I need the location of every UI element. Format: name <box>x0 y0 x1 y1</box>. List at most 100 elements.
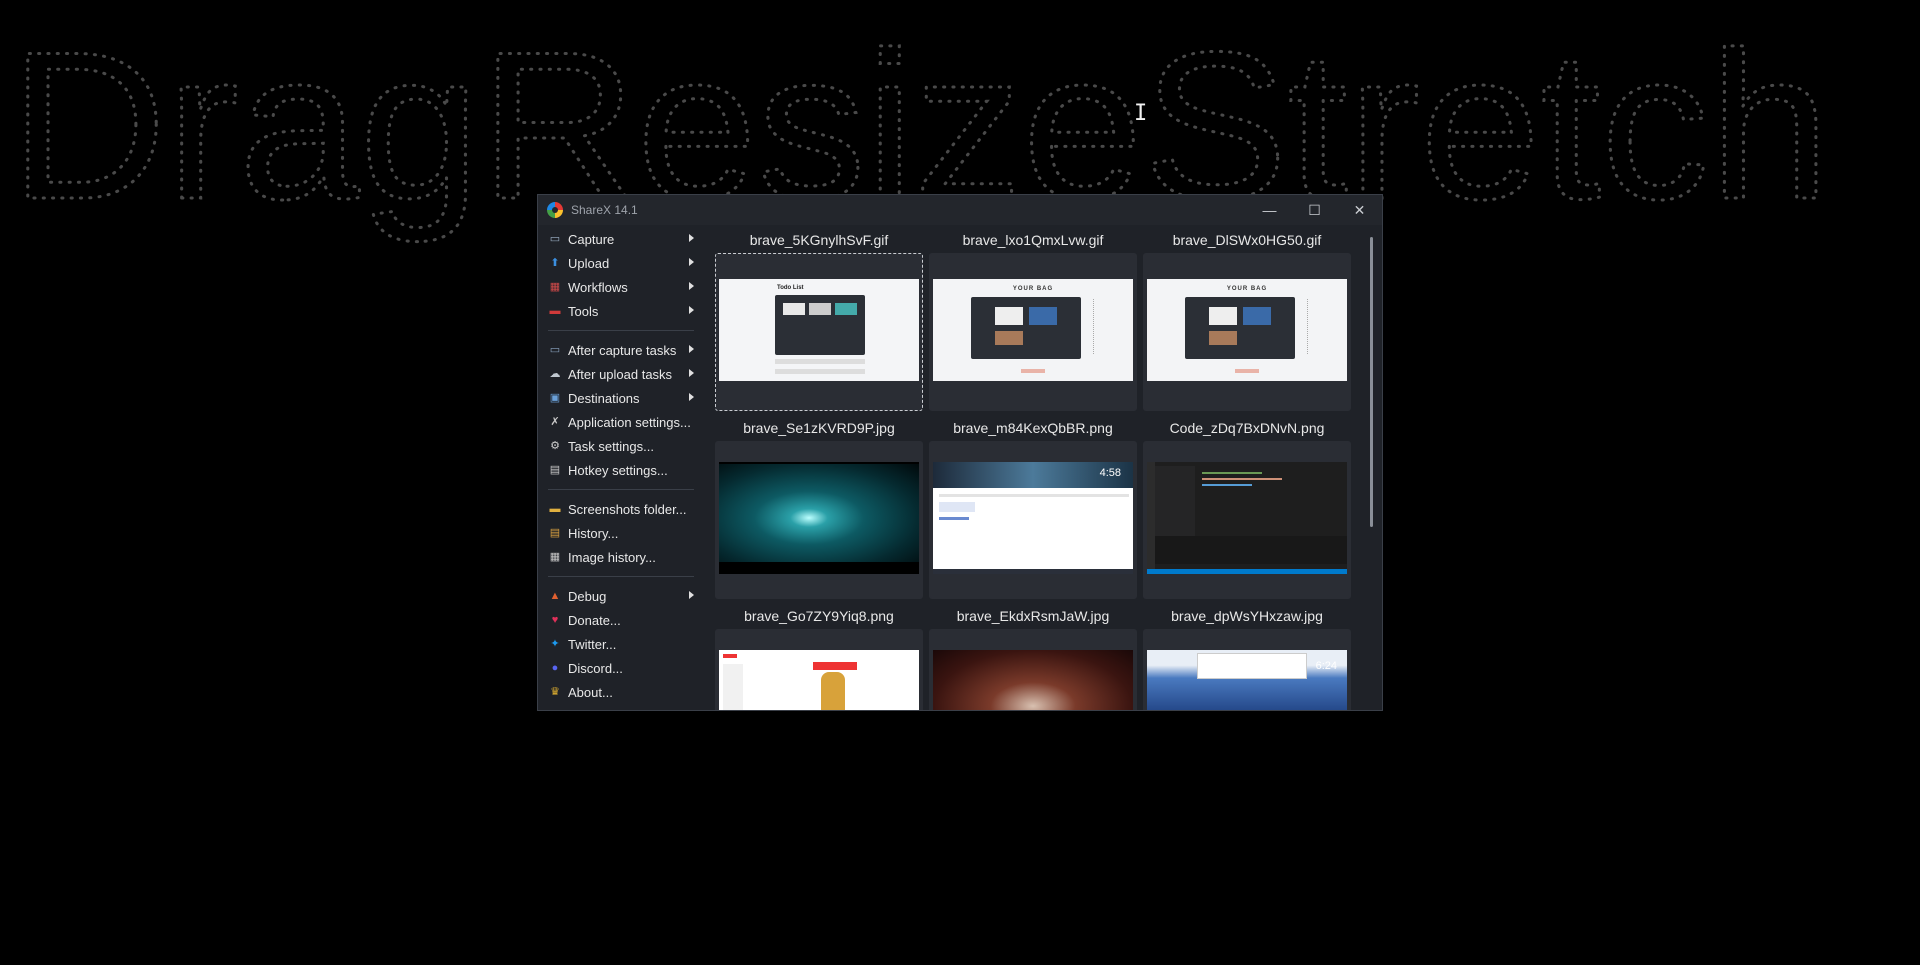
after-capture-icon: ▭ <box>549 344 561 356</box>
menu-item-label: Capture <box>568 231 615 247</box>
crown-icon: ♛ <box>550 686 560 698</box>
menu-item-label: Upload <box>568 255 610 271</box>
thumbnail[interactable] <box>715 441 923 599</box>
thumbnail[interactable]: YOUR BAG <box>929 253 1137 411</box>
menu-item-workflows[interactable]: ▦ Workflows <box>538 275 702 299</box>
file-name: brave_Go7ZY9Yiq8.png <box>744 608 894 624</box>
image-gallery: brave_5KGnylhSvF.gif Todo List brave_lxo1Q… <box>702 225 1365 710</box>
file-name: brave_Se1zKVRD9P.jpg <box>743 420 895 436</box>
menu-item-image-history[interactable]: ▦ Image history... <box>538 545 702 569</box>
gallery-item[interactable]: brave_DlSWx0HG50.gif YOUR BAG <box>1143 229 1351 411</box>
menu-item-twitter[interactable]: ✦ Twitter... <box>538 632 702 656</box>
gallery-item[interactable]: brave_Go7ZY9Yiq8.png <box>715 605 923 710</box>
thumbnail[interactable] <box>715 629 923 710</box>
gallery-item[interactable]: brave_5KGnylhSvF.gif Todo List <box>715 229 923 411</box>
maximize-button[interactable]: ☐ <box>1292 195 1337 225</box>
menu-item-label: Twitter... <box>568 636 617 652</box>
thumbnail[interactable]: 4:58 <box>929 441 1137 599</box>
preview-your-bag: YOUR BAG <box>933 279 1133 381</box>
submenu-arrow-icon <box>689 393 694 401</box>
minimize-button[interactable]: — <box>1247 195 1292 225</box>
title-bar[interactable]: ShareX 14.1 — ☐ ✕ <box>538 195 1382 225</box>
menu-item-label: Image history... <box>568 549 656 565</box>
preview-todo-list: Todo List <box>719 279 919 381</box>
preview-time: 4:58 <box>1099 467 1121 479</box>
text-cursor-icon: I <box>1134 101 1148 126</box>
menu-item-hotkey-settings[interactable]: ▤ Hotkey settings... <box>538 458 702 482</box>
gallery-item[interactable]: brave_lxo1QmxLvw.gif YOUR BAG <box>929 229 1137 411</box>
menu-item-screenshots-folder[interactable]: ▬ Screenshots folder... <box>538 497 702 521</box>
menu-item-label: History... <box>568 525 619 541</box>
menu-item-label: Discord... <box>568 660 623 676</box>
menu-item-label: After upload tasks <box>568 366 673 382</box>
keyboard-icon: ▤ <box>549 464 561 476</box>
thumbnail[interactable]: Todo List <box>715 253 923 411</box>
menu-item-label: Screenshots folder... <box>568 501 687 517</box>
menu-item-donate[interactable]: ♥ Donate... <box>538 608 702 632</box>
gallery-item[interactable]: Code_zDq7BxDNvN.png <box>1143 417 1351 599</box>
file-name: Code_zDq7BxDNvN.png <box>1169 420 1325 436</box>
sharex-window: ShareX 14.1 — ☐ ✕ ▭ Capture ⬆ Upload ▦ Workfl… <box>537 194 1383 711</box>
submenu-arrow-icon <box>689 345 694 353</box>
menu-item-destinations[interactable]: ▣ Destinations <box>538 386 702 410</box>
gallery-item[interactable]: brave_Se1zKVRD9P.jpg <box>715 417 923 599</box>
sharex-logo-icon <box>547 202 563 218</box>
menu-item-label: After capture tasks <box>568 342 677 358</box>
gear-icon: ⚙ <box>550 440 560 452</box>
menu-item-tools[interactable]: ▬ Tools <box>538 299 702 323</box>
preview-teal-scene <box>719 462 919 574</box>
window-title: ShareX 14.1 <box>571 203 638 217</box>
submenu-arrow-icon <box>689 306 694 314</box>
thumbnail[interactable]: 6:24 <box>1143 629 1351 710</box>
camera-icon: ▭ <box>549 233 561 245</box>
menu-item-label: Debug <box>568 588 607 604</box>
menu-item-label: Destinations <box>568 390 640 406</box>
cloud-upload-icon: ☁ <box>549 368 561 380</box>
menu-item-history[interactable]: ▤ History... <box>538 521 702 545</box>
menu-item-capture[interactable]: ▭ Capture <box>538 227 702 251</box>
submenu-arrow-icon <box>689 234 694 242</box>
destinations-icon: ▣ <box>549 392 561 404</box>
thumbnail[interactable] <box>929 629 1137 710</box>
toolbox-icon: ▬ <box>549 305 561 317</box>
menu-separator <box>548 576 694 577</box>
history-icon: ▤ <box>549 527 561 539</box>
preview-youtube-page <box>719 650 919 710</box>
submenu-arrow-icon <box>689 258 694 266</box>
preview-title: YOUR BAG <box>1012 286 1054 292</box>
menu-item-label: About... <box>568 684 613 700</box>
menu-item-upload[interactable]: ⬆ Upload <box>538 251 702 275</box>
menu-separator <box>548 330 694 331</box>
gallery-item[interactable]: brave_dpWsYHxzaw.jpg 6:24 <box>1143 605 1351 710</box>
scrollbar-thumb[interactable] <box>1370 237 1373 527</box>
wrench-icon: ✗ <box>550 416 560 428</box>
twitter-icon: ✦ <box>550 638 560 650</box>
menu-item-about[interactable]: ♛ About... <box>538 680 702 704</box>
thumbnail[interactable]: YOUR BAG <box>1143 253 1351 411</box>
file-name: brave_lxo1QmxLvw.gif <box>962 232 1104 248</box>
gallery-item[interactable]: brave_m84KexQbBR.png 4:58 <box>929 417 1137 599</box>
preview-concert <box>933 650 1133 710</box>
close-button[interactable]: ✕ <box>1337 195 1382 225</box>
file-name: brave_m84KexQbBR.png <box>953 420 1113 436</box>
preview-code-editor <box>1147 462 1347 574</box>
gallery-scrollbar[interactable] <box>1363 225 1382 710</box>
menu-item-discord[interactable]: ● Discord... <box>538 656 702 680</box>
file-name: brave_5KGnylhSvF.gif <box>749 232 889 248</box>
menu-item-label: Donate... <box>568 612 621 628</box>
thumbnail[interactable] <box>1143 441 1351 599</box>
menu-item-application-settings[interactable]: ✗ Application settings... <box>538 410 702 434</box>
menu-item-task-settings[interactable]: ⚙ Task settings... <box>538 434 702 458</box>
menu-item-after-capture-tasks[interactable]: ▭ After capture tasks <box>538 338 702 362</box>
menu-item-after-upload-tasks[interactable]: ☁ After upload tasks <box>538 362 702 386</box>
submenu-arrow-icon <box>689 369 694 377</box>
debug-cone-icon: ▲ <box>549 590 561 602</box>
menu-item-label: Tools <box>568 303 599 319</box>
preview-your-bag: YOUR BAG <box>1147 279 1347 381</box>
menu-item-label: Hotkey settings... <box>568 462 668 478</box>
window-controls: — ☐ ✕ <box>1247 195 1382 225</box>
gallery-item[interactable]: brave_EkdxRsmJaW.jpg <box>929 605 1137 710</box>
menu-item-debug[interactable]: ▲ Debug <box>538 584 702 608</box>
submenu-arrow-icon <box>689 591 694 599</box>
image-history-icon: ▦ <box>549 551 561 563</box>
